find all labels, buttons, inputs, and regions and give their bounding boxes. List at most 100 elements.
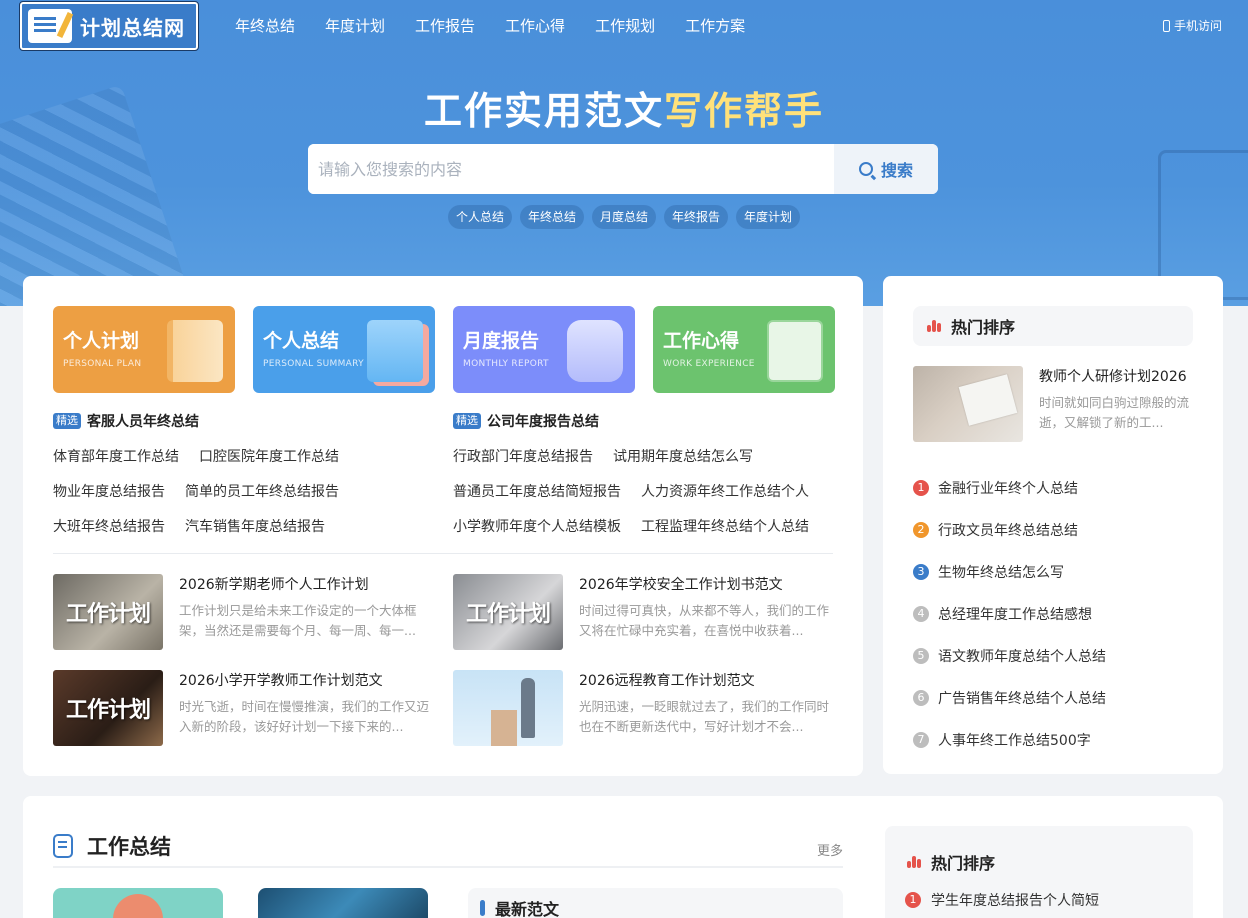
rank-title[interactable]: 广告销售年终总结个人总结 <box>938 688 1106 708</box>
nav-item-work-report[interactable]: 工作报告 <box>415 14 475 38</box>
article-title[interactable]: 2026远程教育工作计划范文 <box>579 670 829 692</box>
article-excerpt: 时间过得可真快，从来都不等人，我们的工作又将在忙碌中充实着，在喜悦中收获着... <box>579 603 829 638</box>
featured-excerpt: 时间就如同白驹过隙般的流逝，又解锁了新的工... <box>1039 395 1190 430</box>
article-title[interactable]: 2026新学期老师个人工作计划 <box>179 574 429 596</box>
search-bar: 搜索 <box>308 144 938 194</box>
search-button-label: 搜索 <box>880 161 913 180</box>
article-card[interactable]: 2026远程教育工作计划范文 光阴迅速，一眨眼就过去了，我们的工作同时也在不断更… <box>453 670 843 746</box>
rank-title[interactable]: 人事年终工作总结500字 <box>938 730 1091 750</box>
pick-title[interactable]: 客服人员年终总结 <box>87 411 199 431</box>
search-input[interactable] <box>308 144 834 194</box>
nav-item-work-experience[interactable]: 工作心得 <box>505 14 565 38</box>
link-row: 物业年度总结报告 简单的员工年终总结报告 <box>53 481 443 501</box>
article-title[interactable]: 2026年学校安全工作计划书范文 <box>579 574 829 596</box>
tag-year-end-report[interactable]: 年终报告 <box>664 205 729 229</box>
nav-item-work-scheme[interactable]: 工作方案 <box>685 14 745 38</box>
ranking-item[interactable]: 6 广告销售年终总结个人总结 <box>913 677 1193 719</box>
article-thumbnail[interactable]: 工作计划 <box>453 574 563 650</box>
article-link[interactable]: 普通员工年度总结简短报告 <box>453 481 621 501</box>
featured-badge: 精选 <box>453 413 481 429</box>
article-link[interactable]: 口腔医院年度工作总结 <box>199 446 339 466</box>
tag-monthly-summary[interactable]: 月度总结 <box>591 205 656 229</box>
search-button[interactable]: 搜索 <box>834 144 938 194</box>
more-link[interactable]: 更多 <box>817 840 843 859</box>
ranking-item[interactable]: 4 总经理年度工作总结感想 <box>913 593 1193 635</box>
nav-item-work-planning[interactable]: 工作规划 <box>595 14 655 38</box>
article-link[interactable]: 小学教师年度个人总结模板 <box>453 516 621 536</box>
slogan-highlight: 写作帮手 <box>664 89 825 133</box>
article-link[interactable]: 试用期年度总结怎么写 <box>613 446 753 466</box>
category-personal-plan[interactable]: 个人计划 PERSONAL PLAN <box>53 306 235 393</box>
ranking-item[interactable]: 1 学生年度总结报告个人简短 <box>905 890 1099 910</box>
category-personal-summary[interactable]: 个人总结 PERSONAL SUMMARY <box>253 306 435 393</box>
ranking-item[interactable]: 2 行政文员年终总结总结 <box>913 509 1193 551</box>
ranking-item[interactable]: 3 生物年终总结怎么写 <box>913 551 1193 593</box>
link-row: 小学教师年度个人总结模板 工程监理年终总结个人总结 <box>453 516 843 536</box>
article-thumbnail[interactable] <box>453 670 563 746</box>
ranking-item[interactable]: 5 语文教师年度总结个人总结 <box>913 635 1193 677</box>
featured-title[interactable]: 教师个人研修计划2026 <box>1039 366 1193 388</box>
rank-title[interactable]: 生物年终总结怎么写 <box>938 562 1064 582</box>
mobile-access-link[interactable]: 手机访问 <box>1162 17 1222 34</box>
article-card[interactable]: 工作计划 2026年学校安全工作计划书范文 时间过得可真快，从来都不等人，我们的… <box>453 574 843 650</box>
article-excerpt: 工作计划只是给未来工作设定的一个大体框架，当然还是需要每个月、每一周、每一... <box>179 603 417 638</box>
logo-text: 计划总结网 <box>80 15 185 40</box>
article-card[interactable]: 工作计划 2026新学期老师个人工作计划 工作计划只是给未来工作设定的一个大体框… <box>53 574 443 650</box>
article-link[interactable]: 汽车销售年度总结报告 <box>185 516 325 536</box>
notebook-icon <box>28 9 72 43</box>
article-thumbnail[interactable] <box>258 888 428 918</box>
slogan-main: 工作实用范文 <box>423 89 664 133</box>
person-illustration <box>521 678 535 738</box>
site-logo[interactable]: 计划总结网 <box>19 1 199 51</box>
rank-title[interactable]: 金融行业年终个人总结 <box>938 478 1078 498</box>
ranking-item[interactable]: 7 人事年终工作总结500字 <box>913 719 1193 761</box>
article-link[interactable]: 行政部门年度总结报告 <box>453 446 593 466</box>
folder-icon <box>567 320 623 382</box>
article-link[interactable]: 人力资源年终工作总结个人 <box>641 481 809 501</box>
article-link[interactable]: 物业年度总结报告 <box>53 481 165 501</box>
rank-title[interactable]: 学生年度总结报告个人简短 <box>931 890 1099 910</box>
category-monthly-report[interactable]: 月度报告 MONTHLY REPORT <box>453 306 635 393</box>
article-link[interactable]: 工程监理年终总结个人总结 <box>641 516 809 536</box>
article-excerpt: 光阴迅速，一眨眼就过去了，我们的工作同时也在不断更新迭代中，写好计划才不会... <box>579 699 829 734</box>
thumbnail-label: 工作计划 <box>65 602 151 627</box>
link-row: 体育部年度工作总结 口腔医院年度工作总结 <box>53 446 443 466</box>
thumbnail-label: 工作计划 <box>65 698 151 723</box>
article-thumbnail[interactable]: 工作计划 <box>53 574 163 650</box>
rank-number: 6 <box>913 690 929 706</box>
pick-column-left: 精选 客服人员年终总结 体育部年度工作总结 口腔医院年度工作总结 物业年度总结报… <box>53 411 443 536</box>
article-link[interactable]: 大班年终总结报告 <box>53 516 165 536</box>
featured-thumbnail[interactable] <box>913 366 1023 442</box>
article-thumbnail[interactable]: 工作计划 <box>53 670 163 746</box>
article-link[interactable]: 简单的员工年终总结报告 <box>185 481 339 501</box>
ranking-item[interactable]: 1 金融行业年终个人总结 <box>913 467 1193 509</box>
sidebar-header: 热门排序 <box>907 850 995 874</box>
sidebar-title: 热门排序 <box>951 318 1016 337</box>
nav-item-year-end[interactable]: 年终总结 <box>235 14 295 38</box>
article-card[interactable]: 工作计划 2026小学开学教师工作计划范文 时光飞逝，时间在慢慢推演，我们的工作… <box>53 670 443 746</box>
tag-year-end-summary[interactable]: 年终总结 <box>519 205 584 229</box>
article-link[interactable]: 体育部年度工作总结 <box>53 446 179 466</box>
section-title: 工作总结 <box>87 835 171 859</box>
divider <box>53 553 833 554</box>
nav-item-annual-plan[interactable]: 年度计划 <box>325 14 385 38</box>
ranking-list: 1 金融行业年终个人总结 2 行政文员年终总结总结 3 生物年终总结怎么写 4 … <box>913 467 1193 761</box>
newest-title: 最新范文 <box>495 900 560 918</box>
link-row: 普通员工年度总结简短报告 人力资源年终工作总结个人 <box>453 481 843 501</box>
featured-article[interactable]: 教师个人研修计划2026 时间就如同白驹过隙般的流逝，又解锁了新的工... <box>913 366 1193 442</box>
tag-annual-plan[interactable]: 年度计划 <box>736 205 801 229</box>
accent-bar <box>480 900 485 916</box>
article-title[interactable]: 2026小学开学教师工作计划范文 <box>179 670 429 692</box>
rank-title[interactable]: 总经理年度工作总结感想 <box>938 604 1092 624</box>
article-thumbnail[interactable] <box>53 888 223 918</box>
bar-chart-icon <box>927 320 941 332</box>
rank-title[interactable]: 语文教师年度总结个人总结 <box>938 646 1106 666</box>
pick-title[interactable]: 公司年度报告总结 <box>487 411 599 431</box>
newest-articles-header: 最新范文 <box>468 888 843 918</box>
work-summary-section: 工作总结 更多 最新范文 热门排序 1 学生年度总结报告个人简短 <box>23 796 1223 918</box>
hot-ranking-sidebar-lower: 热门排序 1 学生年度总结报告个人简短 <box>885 826 1193 918</box>
main-content-card: 个人计划 PERSONAL PLAN 个人总结 PERSONAL SUMMARY… <box>23 276 863 776</box>
rank-title[interactable]: 行政文员年终总结总结 <box>938 520 1078 540</box>
tag-personal-summary[interactable]: 个人总结 <box>447 205 512 229</box>
category-work-experience[interactable]: 工作心得 WORK EXPERIENCE <box>653 306 835 393</box>
